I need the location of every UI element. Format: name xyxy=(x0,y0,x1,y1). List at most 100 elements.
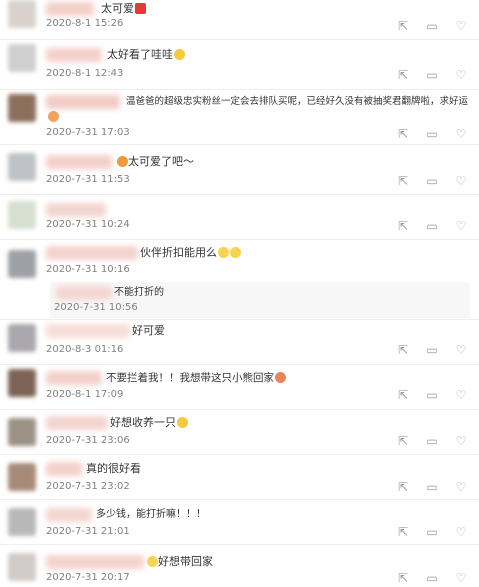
share-icon[interactable]: ⇱ xyxy=(397,389,409,401)
comment-icon[interactable]: ▭ xyxy=(426,344,438,356)
comment-item: 好可爱 2020-8-3 01:16 ⇱ ▭ ♡ xyxy=(0,320,479,365)
share-icon[interactable]: ⇱ xyxy=(397,69,409,81)
like-icon[interactable]: ♡ xyxy=(455,572,467,584)
comment-time: 2020-7-31 23:06 xyxy=(46,435,130,446)
smile-emoji-icon xyxy=(147,556,158,567)
comment-item: 温爸爸的超级忠实粉丝一定会去排队买呢，已经好久没有被抽奖君翻牌啦，求好运 202… xyxy=(0,90,479,145)
comment-icon[interactable]: ▭ xyxy=(426,572,438,584)
comment-icon[interactable]: ▭ xyxy=(426,435,438,447)
share-icon[interactable]: ⇱ xyxy=(397,175,409,187)
share-icon[interactable]: ⇱ xyxy=(397,572,409,584)
user-name[interactable] xyxy=(46,155,112,169)
comment-time: 2020-7-31 17:03 xyxy=(46,127,130,138)
comment-time: 2020-7-31 21:01 xyxy=(46,526,130,537)
share-icon[interactable]: ⇱ xyxy=(397,481,409,493)
like-icon[interactable]: ♡ xyxy=(455,389,467,401)
comment-icon[interactable]: ▭ xyxy=(426,69,438,81)
comment-text: 温爸爸的超级忠实粉丝一定会去排队买呢，已经好久没有被抽奖君翻牌啦，求好运 xyxy=(126,95,468,109)
comment-actions: ⇱ ▭ ♡ xyxy=(397,344,467,356)
comment-text: 真的很好看 xyxy=(86,462,141,476)
comment-time: 2020-8-1 17:09 xyxy=(46,389,124,400)
like-icon[interactable]: ♡ xyxy=(455,128,467,140)
comment-icon[interactable]: ▭ xyxy=(426,389,438,401)
comment-actions: ⇱ ▭ ♡ xyxy=(397,526,467,538)
comment-content: 多少钱，能打折嘛！！！ xyxy=(96,509,206,520)
avatar[interactable] xyxy=(8,44,36,72)
smile-emoji-icon xyxy=(218,247,229,258)
comment-actions: ⇱ ▭ ♡ xyxy=(397,69,467,81)
reply-box: 不能打折的 2020-7-31 10:56 xyxy=(50,282,470,318)
share-icon[interactable]: ⇱ xyxy=(397,344,409,356)
user-name[interactable] xyxy=(46,508,92,522)
avatar[interactable] xyxy=(8,463,36,491)
comment-content: 真的很好看 xyxy=(86,462,141,475)
comment-icon[interactable]: ▭ xyxy=(426,175,438,187)
user-name[interactable] xyxy=(46,246,138,260)
reply-user-name[interactable] xyxy=(56,286,112,300)
comment-icon[interactable]: ▭ xyxy=(426,128,438,140)
avatar[interactable] xyxy=(8,201,36,229)
share-icon[interactable]: ⇱ xyxy=(397,435,409,447)
like-icon[interactable]: ♡ xyxy=(455,20,467,32)
comment-item: 真的很好看 2020-7-31 23:02 ⇱ ▭ ♡ xyxy=(0,455,479,500)
comment-time: 2020-7-31 23:02 xyxy=(46,481,130,492)
comment-content: 伙伴折扣能用么 xyxy=(140,246,217,259)
user-name[interactable] xyxy=(46,416,108,430)
avatar[interactable] xyxy=(8,508,36,536)
comment-actions: ⇱ ▭ ♡ xyxy=(397,481,467,493)
comment-list: 太可爱 2020-8-1 15:26 ⇱ ▭ ♡ 太好看了哇哇 2020-8-1… xyxy=(0,0,479,587)
comment-text: 好想收养一只 xyxy=(110,416,188,430)
user-name[interactable] xyxy=(46,462,82,476)
avatar[interactable] xyxy=(8,418,36,446)
comment-icon[interactable]: ▭ xyxy=(426,481,438,493)
avatar[interactable] xyxy=(8,324,36,352)
like-icon[interactable]: ♡ xyxy=(455,69,467,81)
face-emoji-icon xyxy=(275,372,286,383)
comment-text: 伙伴折扣能用么 xyxy=(140,246,241,260)
user-name[interactable] xyxy=(46,371,102,385)
comment-item: 好想带回家 2020-7-31 20:17 ⇱ ▭ ♡ xyxy=(0,545,479,587)
like-icon[interactable]: ♡ xyxy=(455,526,467,538)
like-icon[interactable]: ♡ xyxy=(455,220,467,232)
user-name[interactable] xyxy=(46,2,94,16)
smile-emoji-icon xyxy=(230,247,241,258)
avatar[interactable] xyxy=(8,369,36,397)
comment-icon[interactable]: ▭ xyxy=(426,220,438,232)
avatar[interactable] xyxy=(8,553,36,581)
comment-text: 太可爱了吧～ xyxy=(116,155,194,169)
user-name[interactable] xyxy=(46,555,144,569)
share-icon[interactable]: ⇱ xyxy=(397,128,409,140)
comment-text: 不要拦着我！！我想带这只小熊回家 xyxy=(106,371,286,385)
like-icon[interactable]: ♡ xyxy=(455,175,467,187)
comment-time: 2020-7-31 20:17 xyxy=(46,572,130,583)
comment-text: 多少钱，能打折嘛！！！ xyxy=(96,508,206,522)
heart-eyes-emoji-icon xyxy=(117,156,128,167)
avatar[interactable] xyxy=(8,250,36,278)
comment-actions: ⇱ ▭ ♡ xyxy=(397,435,467,447)
user-name[interactable] xyxy=(46,203,106,217)
like-icon[interactable]: ♡ xyxy=(455,344,467,356)
comment-actions: ⇱ ▭ ♡ xyxy=(397,572,467,584)
user-name[interactable] xyxy=(46,95,120,109)
comment-time: 2020-8-1 12:43 xyxy=(46,68,124,79)
comment-item: 2020-7-31 10:24 ⇱ ▭ ♡ xyxy=(0,195,479,240)
comment-content: 太可爱 xyxy=(101,2,134,15)
comment-icon[interactable]: ▭ xyxy=(426,20,438,32)
share-icon[interactable]: ⇱ xyxy=(397,526,409,538)
reply-content: 不能打折的 xyxy=(114,287,164,298)
avatar[interactable] xyxy=(8,153,36,181)
comment-text: 太好看了哇哇 xyxy=(107,48,185,62)
share-icon[interactable]: ⇱ xyxy=(397,20,409,32)
like-icon[interactable]: ♡ xyxy=(455,481,467,493)
share-icon[interactable]: ⇱ xyxy=(397,220,409,232)
comment-item: 不要拦着我！！我想带这只小熊回家 2020-8-1 17:09 ⇱ ▭ ♡ xyxy=(0,365,479,410)
avatar[interactable] xyxy=(8,94,36,122)
comment-content: 温爸爸的超级忠实粉丝一定会去排队买呢，已经好久没有被抽奖君翻牌啦，求好运 xyxy=(126,96,469,107)
avatar[interactable] xyxy=(8,0,36,28)
comment-icon[interactable]: ▭ xyxy=(426,526,438,538)
user-name[interactable] xyxy=(46,48,102,62)
comment-text: 太可爱 xyxy=(101,2,146,16)
user-name[interactable] xyxy=(46,324,130,338)
comment-time: 2020-7-31 10:16 xyxy=(46,264,130,275)
like-icon[interactable]: ♡ xyxy=(455,435,467,447)
